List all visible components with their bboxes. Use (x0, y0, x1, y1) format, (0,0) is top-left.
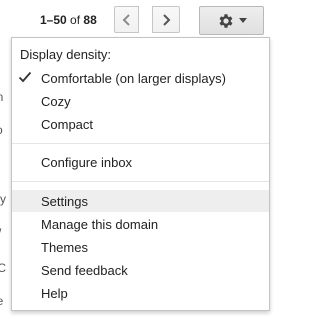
newer-page-button[interactable] (114, 6, 139, 33)
caret-down-icon (238, 18, 247, 23)
density-cozy-option[interactable]: Cozy (12, 90, 269, 112)
settings-gear-button[interactable] (199, 6, 264, 35)
menu-item-label: Compact (41, 117, 94, 132)
menu-item-label: Settings (41, 194, 88, 209)
menu-item-label: Configure inbox (41, 155, 133, 170)
settings-menu: Display density: Comfortable (on larger … (11, 37, 270, 311)
older-page-button[interactable] (152, 6, 180, 33)
menu-item-label: Cozy (41, 94, 71, 109)
page-total: 88 (83, 13, 97, 27)
page-range: 1–50 (40, 13, 67, 27)
chevron-right-icon (163, 13, 171, 26)
check-icon (18, 71, 32, 83)
settings-item[interactable]: Settings (12, 190, 269, 212)
menu-divider (12, 143, 269, 144)
gear-icon (219, 13, 232, 28)
themes-item[interactable]: Themes (12, 236, 269, 258)
menu-item-label: Themes (41, 240, 88, 255)
display-density-header: Display density: (20, 47, 112, 62)
menu-item-label: Comfortable (on larger displays) (41, 71, 226, 86)
menu-item-label: Manage this domain (41, 217, 159, 232)
page-of-label: of (70, 13, 81, 27)
manage-domain-item[interactable]: Manage this domain (12, 213, 269, 235)
help-item[interactable]: Help (12, 282, 269, 304)
menu-item-label: Help (41, 286, 68, 301)
configure-inbox-item[interactable]: Configure inbox (12, 151, 269, 173)
chevron-left-icon (122, 13, 130, 26)
density-comfortable-option[interactable]: Comfortable (on larger displays) (12, 67, 269, 89)
pagination-count: 1–50 of 88 (40, 13, 97, 27)
send-feedback-item[interactable]: Send feedback (12, 259, 269, 281)
menu-item-label: Send feedback (41, 263, 128, 278)
density-compact-option[interactable]: Compact (12, 113, 269, 135)
menu-divider (12, 181, 269, 182)
